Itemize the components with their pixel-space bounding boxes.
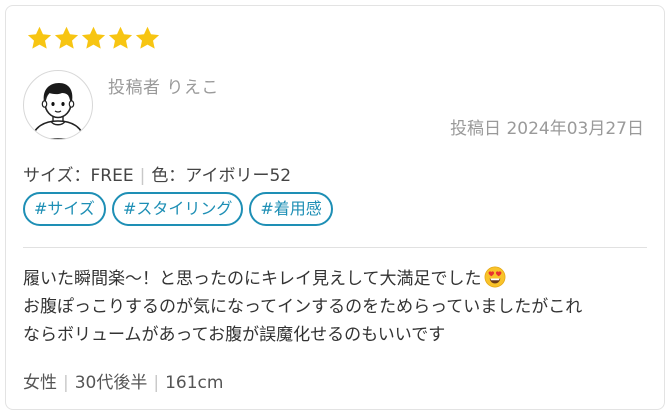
heart-eyes-emoji-icon [484,266,506,288]
purchase-attributes: サイズ：FREE | 色：アイボリー52 [23,161,291,186]
review-body: 履いた瞬間楽〜！と思ったのにキレイ見えして大満足でした お腹ぽっこりするのが気に… [23,265,653,349]
rating-stars [26,25,161,52]
color-attribute: 色：アイボリー52 [151,166,292,186]
tag-size[interactable]: #サイズ [23,192,106,226]
gender: 女性 [23,373,57,393]
review-text: 履いた瞬間楽〜！と思ったのにキレイ見えして大満足でした [23,269,482,289]
star-icon [53,25,80,52]
review-card: 投稿者 りえこ 投稿日 2024年03月27日 サイズ：FREE | 色：アイボリー… [5,5,665,410]
star-icon [80,25,107,52]
tag-fit[interactable]: #着用感 [249,192,333,226]
tag-styling[interactable]: #スタイリング [111,192,244,226]
tag-list: #サイズ #スタイリング #着用感 [23,192,339,226]
star-icon [107,25,134,52]
star-icon [134,25,161,52]
user-illustration-icon [31,83,85,139]
review-line: ならボリュームがあってお腹が誤魔化せるのもいいです [23,325,446,345]
avatar [23,70,93,140]
divider-bar: | [153,373,160,393]
age-group: 30代後半 [74,373,148,393]
size-attribute: サイズ：FREE [23,166,134,186]
section-divider [23,247,647,248]
poster-name: 投稿者 りえこ [108,78,219,98]
divider-bar: | [139,166,146,186]
star-icon [26,25,53,52]
divider-bar: | [63,373,69,393]
post-date: 投稿日 2024年03月27日 [450,119,644,139]
review-line: お腹ぽっこりするのが気になってインするのをためらっていましたがこれ [23,297,583,317]
reviewer-profile: 女性 | 30代後半 | 161cm [23,368,223,393]
height: 161cm [165,373,224,393]
review-line: 履いた瞬間楽〜！と思ったのにキレイ見えして大満足でした [23,265,653,293]
